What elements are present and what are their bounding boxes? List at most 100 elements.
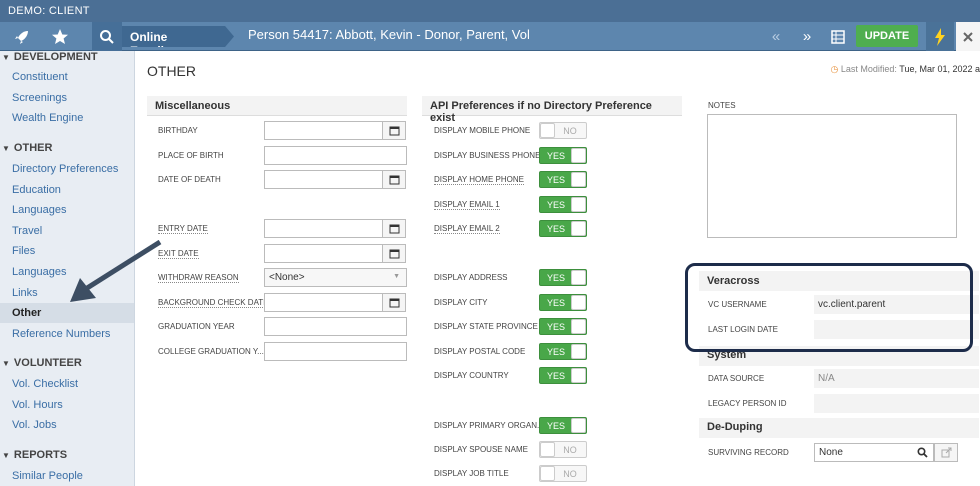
update-button[interactable]: UPDATE [856,25,918,47]
api-row-toggle-text: YES [546,224,565,234]
toggle-knob [540,466,555,481]
next-record-icon[interactable]: » [796,22,818,51]
api-row-label: DISPLAY BUSINESS PHONE [434,151,541,160]
sidebar-item-vol-jobs[interactable]: Vol. Jobs [12,419,57,431]
entry-date-input[interactable] [264,219,383,238]
api-row-toggle[interactable]: YES [539,417,587,434]
lightning-icon[interactable] [926,22,954,51]
rocket-icon[interactable] [4,22,40,51]
surviving-record-input[interactable]: None [814,443,934,462]
api-row-toggle-text: YES [546,322,565,332]
previous-record-icon[interactable]: « [765,22,787,51]
sidebar-item-vol-hours[interactable]: Vol. Hours [12,399,63,411]
top-navbar: Online Enrollment Person 54417: Abbott, … [0,22,980,51]
grid-view-icon[interactable] [826,22,850,51]
api-row-toggle-text: NO [563,469,577,479]
api-row-label: DISPLAY HOME PHONE [434,175,524,185]
sidebar-item-reference-numbers[interactable]: Reference Numbers [12,328,110,340]
api-row-label: DISPLAY COUNTRY [434,371,509,380]
api-row-toggle-text: YES [546,175,565,185]
surviving-record-value: None [819,447,843,458]
toggle-knob [571,368,586,383]
page-title: OTHER [147,63,196,79]
graduation-year-label: GRADUATION YEAR [158,322,235,331]
api-row-toggle[interactable]: YES [539,343,587,360]
api-row-toggle[interactable]: YES [539,220,587,237]
birthday-label: BIRTHDAY [158,126,198,135]
exit-date-calendar-icon[interactable] [382,244,406,263]
sidebar-item-links[interactable]: Links [12,287,38,299]
api-row-toggle[interactable]: YES [539,147,587,164]
api-row-toggle-text: NO [563,126,577,136]
withdraw-reason-value: <None> [269,272,305,283]
sidebar-section-volunteer[interactable]: ▼ VOLUNTEER [2,357,82,369]
date-of-death-input[interactable] [264,170,383,189]
sidebar-item-travel[interactable]: Travel [12,225,42,237]
toggle-knob [571,418,586,433]
api-row-toggle-text: YES [546,298,565,308]
api-row-toggle[interactable]: NO [539,465,587,482]
sidebar-item-constituent[interactable]: Constituent [12,71,68,83]
entry-date-calendar-icon[interactable] [382,219,406,238]
notes-textarea[interactable] [707,114,957,238]
api-row-label: DISPLAY JOB TITLE [434,469,509,478]
close-icon[interactable] [956,22,980,51]
notes-label: NOTES [708,101,736,110]
sidebar-item-directory-preferences[interactable]: Directory Preferences [12,163,118,175]
college-grad-input[interactable] [264,342,407,361]
api-row-toggle[interactable]: YES [539,171,587,188]
withdraw-reason-select[interactable]: <None> ▼ [264,268,407,287]
toggle-knob [540,123,555,138]
graduation-year-input[interactable] [264,317,407,336]
api-row-toggle-text: NO [563,445,577,455]
api-row-label: DISPLAY EMAIL 2 [434,224,500,234]
window-title: DEMO: CLIENT [0,0,980,22]
sidebar-item-vol-checklist[interactable]: Vol. Checklist [12,378,78,390]
api-row-toggle[interactable]: YES [539,269,587,286]
legacy-person-id-label: LEGACY PERSON ID [708,399,787,408]
surviving-record-label: SURVIVING RECORD [708,448,789,457]
search-icon[interactable] [92,22,122,51]
sidebar-section-development[interactable]: ▼ DEVELOPMENT [2,51,98,63]
sidebar-item-similar-people[interactable]: Similar People [12,470,83,482]
api-row-toggle[interactable]: YES [539,196,587,213]
birthday-calendar-icon[interactable] [382,121,406,140]
entry-date-label: ENTRY DATE [158,224,208,234]
sidebar-section-other[interactable]: ▼ OTHER [2,142,52,154]
sidebar-item-screenings[interactable]: Screenings [12,92,67,104]
date-of-death-calendar-icon[interactable] [382,170,406,189]
exit-date-input[interactable] [264,244,383,263]
api-row-toggle-text: YES [546,421,565,431]
deduping-title: De-Duping [699,418,979,438]
college-grad-label: COLLEGE GRADUATION Y... [158,347,264,356]
sidebar-item-education[interactable]: Education [12,184,61,196]
external-link-icon[interactable] [934,443,958,462]
star-icon[interactable] [42,22,78,51]
api-row-toggle[interactable]: YES [539,318,587,335]
sidebar-item-wealth-engine[interactable]: Wealth Engine [12,112,83,124]
last-modified-label: Last Modified: [840,64,897,74]
sidebar-item-languages[interactable]: Languages [12,204,66,216]
api-row-label: DISPLAY MOBILE PHONE [434,126,531,135]
api-row-label: DISPLAY SPOUSE NAME [434,445,528,454]
clock-icon: ◷ [830,64,839,74]
api-row-toggle[interactable]: YES [539,294,587,311]
api-row-label: DISPLAY STATE PROVINCE [434,322,538,331]
last-modified-value: Tue, Mar 01, 2022 a [899,64,980,74]
sidebar-item-languages-2[interactable]: Languages [12,266,66,278]
api-row-toggle-text: YES [546,151,565,161]
place-of-birth-input[interactable] [264,146,407,165]
sidebar-item-files[interactable]: Files [12,245,35,257]
search-icon[interactable] [917,447,928,458]
toggle-knob [571,148,586,163]
sidebar-section-reports[interactable]: ▼ REPORTS [2,449,67,461]
toggle-knob [571,197,586,212]
breadcrumb-online-enrollment[interactable]: Online Enrollment [122,26,234,47]
api-row-toggle[interactable]: NO [539,122,587,139]
background-check-input[interactable] [264,293,383,312]
background-check-calendar-icon[interactable] [382,293,406,312]
api-row-toggle[interactable]: YES [539,367,587,384]
birthday-input[interactable] [264,121,383,140]
api-row-toggle[interactable]: NO [539,441,587,458]
withdraw-reason-label: WITHDRAW REASON [158,273,239,283]
